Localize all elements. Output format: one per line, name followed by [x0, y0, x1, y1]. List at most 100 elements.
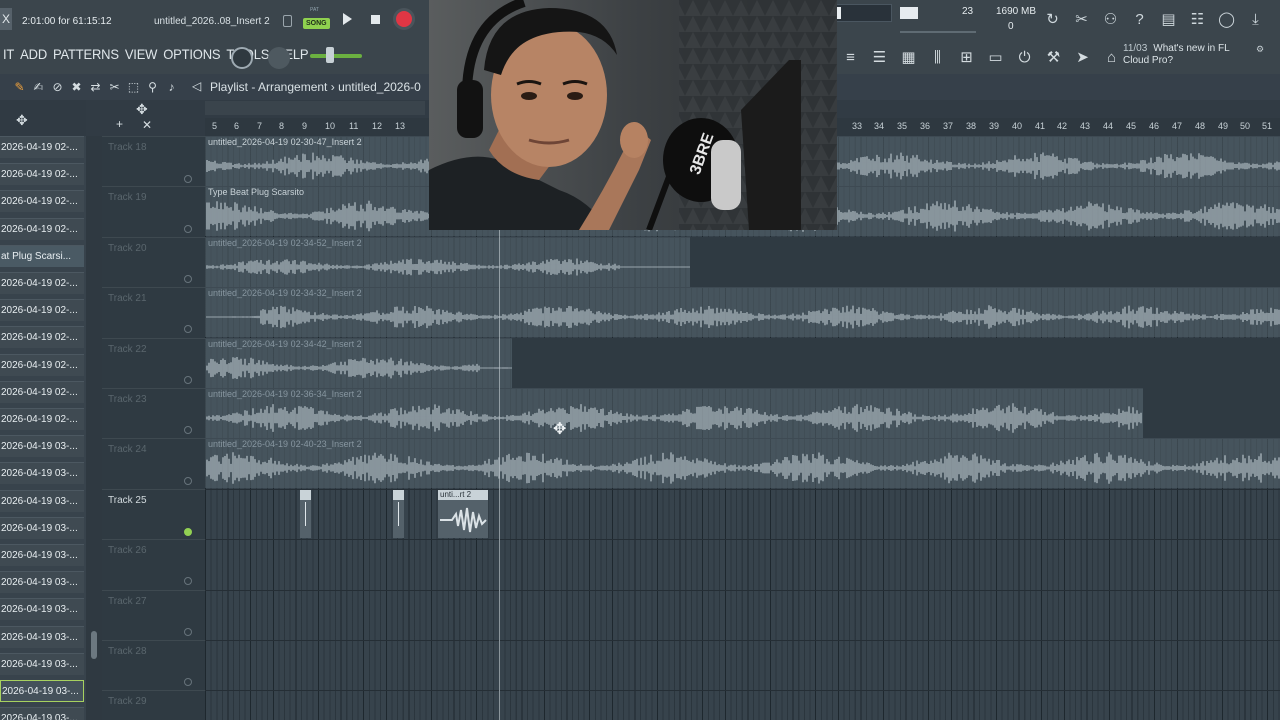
refresh-icon[interactable]: ↻: [1038, 6, 1067, 32]
audio-clip[interactable]: untitled_2026-04-19 02-34-32_Insert 2: [205, 287, 1280, 337]
pencil-icon[interactable]: ✎: [10, 78, 29, 96]
playlist-icon[interactable]: ≡: [836, 44, 865, 70]
save-icon[interactable]: ▤: [1154, 6, 1183, 32]
record-button[interactable]: [396, 11, 412, 27]
track-mute-toggle[interactable]: [184, 678, 192, 686]
piano-roll-icon[interactable]: ☰: [865, 44, 894, 70]
menu-edit[interactable]: IT: [0, 47, 17, 63]
master-volume-slider[interactable]: [310, 54, 362, 58]
track-header[interactable]: Track 24: [102, 438, 205, 488]
channel-rack-icon[interactable]: ▦: [894, 44, 923, 70]
pattern-item[interactable]: 2026-04-19 02-...: [0, 326, 84, 349]
track-mute-toggle[interactable]: [184, 324, 192, 333]
audio-clip[interactable]: untitled_2026-04-19 02-36-34_Insert 2: [205, 388, 1143, 438]
pattern-item[interactable]: 2026-04-19 03-...: [0, 435, 84, 458]
pattern-item[interactable]: 2026-04-19 03-...: [0, 489, 84, 512]
snap-icon[interactable]: ✥: [136, 101, 148, 118]
track-mute-toggle[interactable]: [184, 175, 192, 183]
pitch-knob[interactable]: [268, 47, 290, 69]
track-header[interactable]: Track 29: [102, 690, 205, 720]
play-button[interactable]: [337, 9, 359, 29]
track-mute-toggle[interactable]: [184, 527, 192, 536]
arrow-icon[interactable]: ➤: [1068, 44, 1097, 70]
horizontal-scrollbar[interactable]: [205, 101, 425, 115]
track-header[interactable]: Track 25: [102, 488, 205, 539]
file-icon[interactable]: ▭: [981, 44, 1010, 70]
audio-clip[interactable]: untitled_2026-04-19 02-34-42_Insert 2: [205, 338, 512, 388]
scroll-thumb[interactable]: [91, 631, 97, 659]
pattern-item[interactable]: 2026-04-19 02-...: [0, 190, 84, 213]
download-icon[interactable]: ⤓: [1241, 6, 1270, 32]
track-mute-toggle[interactable]: [184, 576, 192, 585]
menu-view[interactable]: VIEW: [122, 47, 160, 63]
empty-lane-area[interactable]: [690, 237, 1280, 287]
track-header[interactable]: Track 23: [102, 388, 205, 438]
audio-clip[interactable]: untitled_2026-04-19 02-40-23_Insert 2: [205, 438, 1280, 488]
track-header[interactable]: Track 28: [102, 640, 205, 690]
track-mute-toggle[interactable]: [184, 627, 192, 636]
zoom-icon[interactable]: ⚲: [143, 78, 162, 96]
microphone-icon[interactable]: ⚇: [1096, 6, 1125, 32]
audio-clip[interactable]: untitled_2026-04-19 02-34-52_Insert 2: [205, 237, 690, 287]
pattern-item[interactable]: 2026-04-19 03-...: [0, 462, 84, 485]
scissors-icon[interactable]: ✂: [1067, 6, 1096, 32]
track-header[interactable]: Track 18: [102, 136, 205, 186]
select-icon[interactable]: ⬚: [124, 78, 143, 96]
pattern-item[interactable]: 2026-04-19 03-...: [0, 707, 84, 720]
tempo-icon[interactable]: ⚒: [1039, 44, 1068, 70]
news-settings-icon[interactable]: ⚙: [1256, 44, 1264, 55]
small-clip[interactable]: [393, 490, 404, 538]
audio-clip-small[interactable]: unti...rt 2: [438, 490, 488, 538]
plugin-icon[interactable]: ⏻: [1010, 44, 1039, 70]
menu-patterns[interactable]: PATTERNS: [50, 47, 122, 63]
pattern-item[interactable]: 2026-04-19 03-...: [0, 516, 84, 539]
track-header[interactable]: Track 27: [102, 589, 205, 640]
help-icon[interactable]: ?: [1125, 6, 1154, 32]
pattern-item[interactable]: 2026-04-19 03-...: [0, 571, 84, 594]
tempo-knob[interactable]: [231, 47, 253, 69]
cart-icon[interactable]: ⌂: [1097, 44, 1126, 70]
lock-icon[interactable]: [283, 15, 292, 27]
pattern-item[interactable]: 2026-04-19 02-...: [0, 380, 84, 403]
master-volume-thumb[interactable]: [326, 47, 334, 63]
track-mute-toggle[interactable]: [184, 476, 192, 485]
track-header[interactable]: Track 20: [102, 236, 205, 287]
pat-mode-label[interactable]: PAT: [310, 7, 319, 13]
slip-icon[interactable]: ⇄: [86, 78, 105, 96]
pattern-item[interactable]: 2026-04-19 03-...: [0, 598, 84, 621]
pattern-item[interactable]: 2026-04-19 02-...: [0, 163, 84, 186]
pattern-item[interactable]: 2026-04-19 03-...: [0, 544, 84, 566]
chat-icon[interactable]: ◯: [1212, 6, 1241, 32]
mixer-icon[interactable]: ⫼: [923, 44, 952, 70]
remove-icon[interactable]: ✕: [142, 118, 152, 132]
brush-icon[interactable]: ✍: [29, 78, 48, 96]
slice-icon[interactable]: ✂: [105, 78, 124, 96]
export-icon[interactable]: ☷: [1183, 6, 1212, 32]
pattern-item[interactable]: 2026-04-19 02-...: [0, 408, 84, 430]
move-icon[interactable]: ✥: [16, 112, 28, 129]
pattern-list-scrollbar[interactable]: [86, 136, 102, 720]
song-mode-toggle[interactable]: SONG: [303, 18, 330, 29]
pattern-item[interactable]: at Plug Scarsi...: [0, 244, 84, 267]
empty-lane-area[interactable]: [512, 338, 1280, 388]
add-track-icon[interactable]: +: [116, 117, 123, 131]
arrow-left-icon[interactable]: ◁: [192, 79, 201, 93]
pattern-item[interactable]: 2026-04-19 02-...: [0, 299, 84, 322]
track-header[interactable]: Track 22: [102, 337, 205, 388]
pattern-item[interactable]: 2026-04-19 02-...: [0, 217, 84, 240]
empty-lane-area[interactable]: [1143, 388, 1280, 438]
pattern-item[interactable]: 2026-04-19 03-...: [0, 625, 84, 648]
pattern-item[interactable]: 2026-04-19 03-...: [0, 652, 84, 675]
track-header[interactable]: Track 21: [102, 287, 205, 337]
track-mute-toggle[interactable]: [184, 426, 192, 434]
track-mute-toggle[interactable]: [184, 375, 192, 384]
menu-add[interactable]: ADD: [17, 47, 50, 63]
pattern-item[interactable]: 2026-04-19 02-...: [0, 272, 84, 294]
track-header[interactable]: Track 19: [102, 186, 205, 236]
stop-button[interactable]: [366, 9, 386, 29]
pattern-item[interactable]: 2026-04-19 03-...: [0, 680, 84, 702]
browser-icon[interactable]: ⊞: [952, 44, 981, 70]
track-header[interactable]: Track 26: [102, 539, 205, 589]
speaker-icon[interactable]: ♪: [162, 78, 181, 96]
track-mute-toggle[interactable]: [184, 224, 192, 233]
